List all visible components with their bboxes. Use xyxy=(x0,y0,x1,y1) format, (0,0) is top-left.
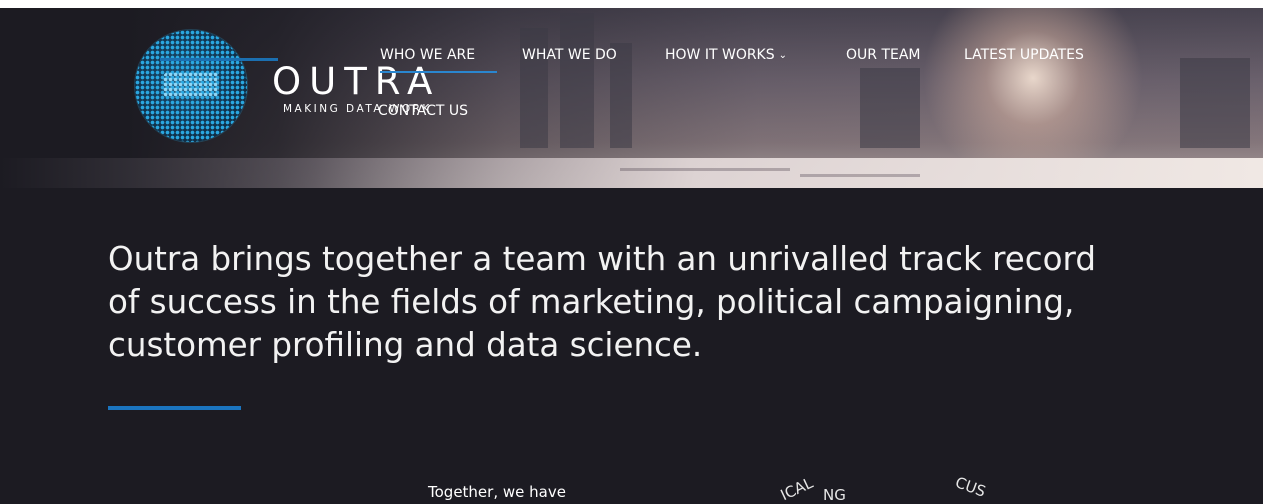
nav-item-label: WHAT WE DO xyxy=(522,47,617,63)
nav-item-contact-us[interactable]: CONTACT US xyxy=(378,103,468,119)
curved-label-b: CUS xyxy=(952,473,989,501)
nav-item-label: LATEST UPDATES xyxy=(964,47,1084,63)
hero-glow xyxy=(913,8,1153,178)
hero-building xyxy=(1180,58,1250,148)
hero-building xyxy=(560,13,594,148)
nav-item-our-team[interactable]: OUR TEAM xyxy=(846,47,921,63)
hero-paper xyxy=(0,158,1263,188)
top-strip xyxy=(0,0,1263,8)
hero-building xyxy=(860,68,920,148)
logo-wordmark: OUTRA xyxy=(272,60,441,103)
hero-paper-line xyxy=(800,174,920,177)
nav-item-who-we-are[interactable]: WHO WE ARE xyxy=(380,47,475,63)
nav-item-label: WHO WE ARE xyxy=(380,47,476,63)
nav-item-label: CONTACT US xyxy=(378,103,468,119)
hero-paper-line xyxy=(620,168,790,171)
curved-label-a-continued: NG xyxy=(823,486,846,504)
nav-item-how-it-works[interactable]: HOW IT WORKS ⌄ xyxy=(665,47,787,63)
nav-item-what-we-do[interactable]: WHAT WE DO xyxy=(522,47,617,63)
accent-divider xyxy=(108,406,241,410)
hero-headline: Outra brings together a team with an unr… xyxy=(108,240,1096,364)
curved-label-a: ICAL xyxy=(777,473,816,504)
nav-item-latest-updates[interactable]: LATEST UPDATES xyxy=(964,47,1084,63)
hero-building xyxy=(520,28,548,148)
nav-item-label: OUR TEAM xyxy=(846,47,921,63)
dotted-globe-logo-icon xyxy=(135,30,247,142)
logo-inner-mark xyxy=(163,72,219,98)
chevron-down-icon: ⌄ xyxy=(778,50,788,61)
nav-item-label: HOW IT WORKS xyxy=(665,47,775,63)
logo-line xyxy=(160,58,278,61)
nav-active-underline xyxy=(380,71,497,73)
section-intro-text: Together, we have xyxy=(428,483,566,501)
